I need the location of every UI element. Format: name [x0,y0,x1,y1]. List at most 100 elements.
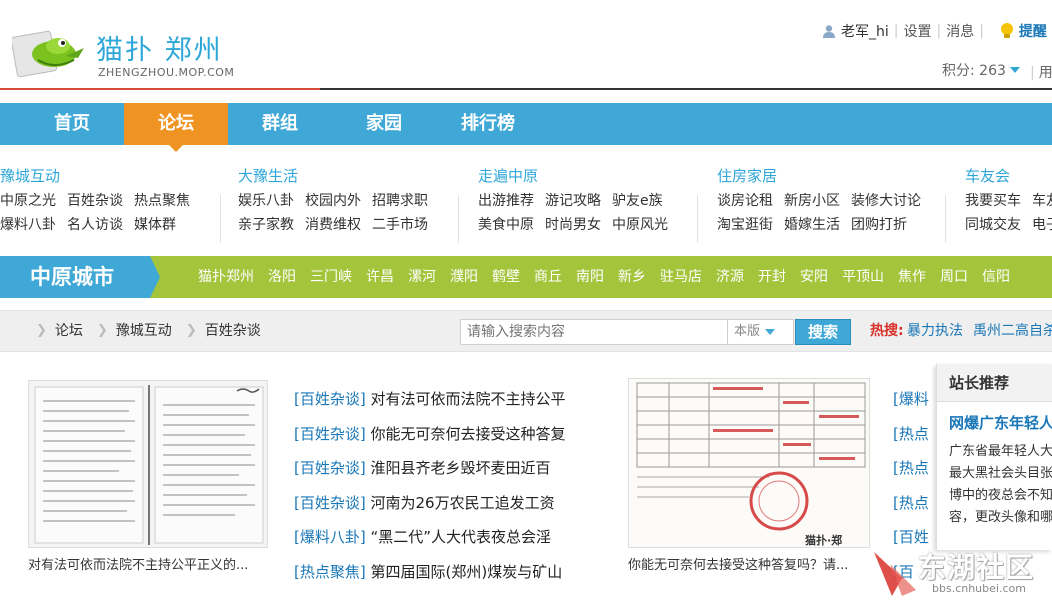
city-link[interactable]: 南阳 [569,256,611,298]
cat-link[interactable]: 中原风光 [612,217,668,233]
cat-title[interactable]: 住房家居 [717,165,932,189]
cat-title[interactable]: 车友会 [965,165,1052,189]
city-link[interactable]: 安阳 [793,256,835,298]
cat-link[interactable]: 百姓杂谈 [67,193,123,209]
cat-link[interactable]: 出游推荐 [478,193,534,209]
cat-link[interactable]: 娱乐八卦 [238,193,294,209]
cat-link[interactable]: 时尚男女 [545,217,601,233]
search-input[interactable] [460,319,728,345]
cat-link[interactable]: 消费维权 [305,217,361,233]
cat-link[interactable]: 谈房论租 [717,193,773,209]
cat-link[interactable]: 装修大讨论 [851,193,921,209]
cat-divider [220,195,221,243]
post-title[interactable]: 对有法可依而法院不主持公平 [371,390,566,408]
recommend-title[interactable]: 网爆广东年轻人 [949,412,1052,433]
cat-title[interactable]: 豫城互动 [0,165,201,189]
cat-title[interactable]: 大豫生活 [238,165,439,189]
user-icon [823,25,835,38]
city-link[interactable]: 驻马店 [653,256,709,298]
city-link[interactable]: 商丘 [527,256,569,298]
city-link[interactable]: 周口 [933,256,975,298]
cat-link[interactable]: 爆料八卦 [0,217,56,233]
city-link[interactable]: 新乡 [611,256,653,298]
nav-item-forum[interactable]: 论坛 [124,103,228,152]
cat-link[interactable]: 游记攻略 [545,193,601,209]
hot-search-link[interactable]: 暴力执法 [907,323,963,339]
city-link[interactable]: 三门峡 [303,256,359,298]
post-tag[interactable]: [百姓杂谈] [294,425,366,443]
points-dropdown[interactable]: 积分: 263 [942,60,1020,80]
city-link[interactable]: 鹤壁 [485,256,527,298]
list-item[interactable]: [百姓杂谈] 河南为26万农民工追发工资 [294,492,594,527]
city-link[interactable]: 济源 [709,256,751,298]
city-link[interactable]: 信阳 [975,256,1017,298]
city-link[interactable]: 洛阳 [261,256,303,298]
list-item[interactable]: [热点聚焦] 第四届国际(郑州)煤炭与矿山 [294,561,594,596]
breadcrumb-item[interactable]: 论坛 [55,311,83,351]
use-link[interactable]: | 用 [1030,62,1052,82]
breadcrumb-item[interactable]: 百姓杂谈 [205,311,261,351]
cat-link[interactable]: 淘宝逛街 [717,217,773,233]
breadcrumb-item[interactable]: 豫城互动 [116,311,172,351]
city-link[interactable]: 许昌 [359,256,401,298]
nav-item-groups[interactable]: 群组 [228,103,332,145]
cat-link[interactable]: 中原之光 [0,193,56,209]
city-link[interactable]: 开封 [751,256,793,298]
list-item[interactable]: [爆料八卦] “黑二代”人大代表夜总会淫 [294,526,594,561]
nav-item-home-garden[interactable]: 家园 [332,103,436,145]
cat-link[interactable]: 驴友e族 [612,193,663,209]
thumbnail-caption[interactable]: 你能无可奈何去接受这种答复吗？请... [628,554,872,573]
post-title[interactable]: 第四届国际(郑州)煤炭与矿山 [371,563,563,581]
post-tag[interactable]: [百姓杂谈] [294,494,366,512]
cat-link[interactable]: 我要买车 [965,193,1021,209]
list-item[interactable]: [百姓杂谈] 对有法可依而法院不主持公平 [294,388,594,423]
city-link[interactable]: 濮阳 [443,256,485,298]
site-logo[interactable]: 猫扑 郑州 ZHENGZHOU.MOP.COM [12,22,242,82]
city-link[interactable]: 漯河 [401,256,443,298]
cat-link[interactable]: 婚嫁生活 [784,217,840,233]
messages-link[interactable]: 消息 [946,21,974,41]
thumbnail-caption[interactable]: 对有法可依而法院不主持公平正义的... [28,554,272,573]
post-thumbnail-document[interactable] [28,380,268,548]
cat-link[interactable]: 车友 [1032,193,1052,209]
site-header: 猫扑 郑州 ZHENGZHOU.MOP.COM 老军_hi | 设置 | 消息 … [0,0,1052,90]
city-link[interactable]: 平顶山 [835,256,891,298]
cat-link[interactable]: 二手市场 [372,217,428,233]
post-tag[interactable]: [百姓杂谈] [294,459,366,477]
post-title[interactable]: “黑二代”人大代表夜总会淫 [371,528,552,546]
post-tag[interactable]: [热点聚焦] [294,563,366,581]
cat-link[interactable]: 名人访谈 [67,217,123,233]
settings-link[interactable]: 设置 [903,21,931,41]
cat-link[interactable]: 亲子家教 [238,217,294,233]
cat-link[interactable]: 热点聚焦 [134,193,190,209]
list-item[interactable]: [百姓杂谈] 你能无可奈何去接受这种答复 [294,423,594,458]
cat-link[interactable]: 团购打折 [851,217,907,233]
search-scope-select[interactable]: 本版 [728,319,794,345]
post-thumbnail-table-document[interactable]: 猫扑·郑 [628,378,870,548]
hot-search-link[interactable]: 禹州二高自杀 [973,323,1052,339]
username-link[interactable]: 老军_hi [841,21,889,41]
post-tag[interactable]: [爆料八卦] [294,528,366,546]
cat-link[interactable]: 新房小区 [784,193,840,209]
remind-link[interactable]: 提醒 [1019,21,1047,41]
cat-link[interactable]: 校园内外 [305,193,361,209]
search-button[interactable]: 搜索 [795,319,851,345]
city-label-arrow [150,256,160,298]
nav-item-rankings[interactable]: 排行榜 [436,103,540,145]
post-title[interactable]: 河南为26万农民工追发工资 [371,494,555,512]
nav-item-home[interactable]: 首页 [20,103,124,145]
cat-link[interactable]: 招聘求职 [372,193,428,209]
recommend-line: 最大黑社会头目张 [949,466,1052,481]
post-title[interactable]: 你能无可奈何去接受这种答复 [371,425,566,443]
city-link[interactable]: 焦作 [891,256,933,298]
city-link[interactable]: 猫扑郑州 [198,256,261,298]
list-item[interactable]: [百姓杂谈] 淮阳县齐老乡毁坏麦田近百 [294,457,594,492]
post-tag[interactable]: [百姓杂谈] [294,390,366,408]
post-title[interactable]: 淮阳县齐老乡毁坏麦田近百 [371,459,551,477]
cat-link[interactable]: 同城交友 [965,217,1021,233]
city-bar: 中原城市 猫扑郑州 洛阳 三门峡 许昌 漯河 濮阳 鹤壁 商丘 南阳 新乡 驻马… [0,256,1052,298]
cat-title[interactable]: 走遍中原 [478,165,679,189]
cat-link[interactable]: 电子 [1032,217,1052,233]
cat-link[interactable]: 媒体群 [134,217,176,233]
cat-link[interactable]: 美食中原 [478,217,534,233]
